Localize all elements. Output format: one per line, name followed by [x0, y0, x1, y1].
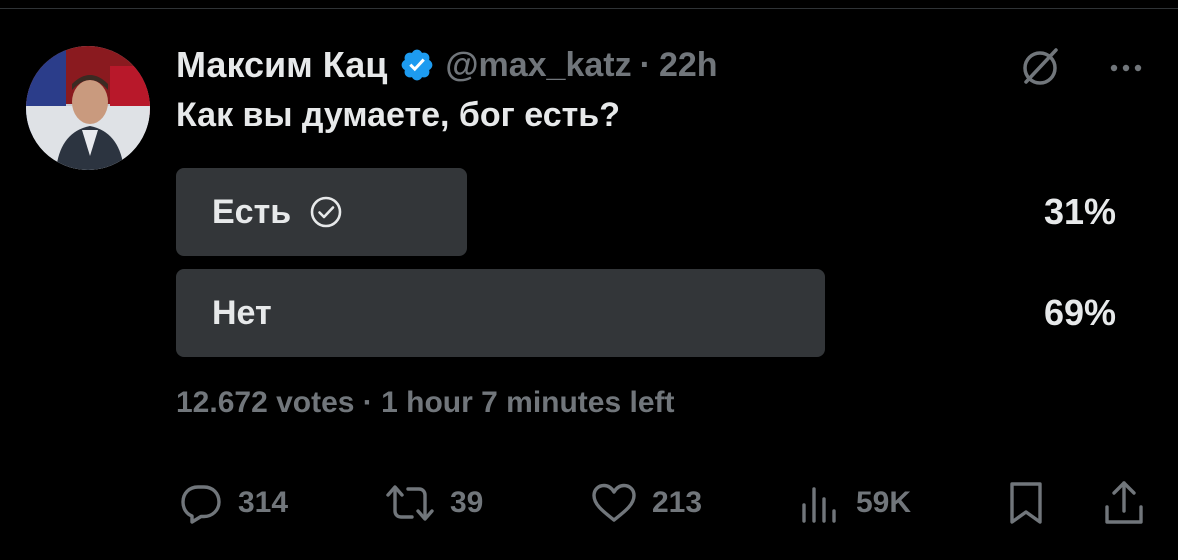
repost-icon: [384, 481, 436, 525]
poll-option-text: Есть: [212, 192, 292, 231]
grok-icon[interactable]: [1018, 44, 1062, 93]
bookmark-icon: [1004, 479, 1048, 527]
views-count: 59K: [856, 486, 912, 519]
views-button[interactable]: 59K: [798, 478, 911, 528]
heart-icon: [590, 481, 638, 525]
timestamp[interactable]: 22h: [659, 46, 718, 85]
check-circle-icon: [309, 195, 343, 229]
share-button[interactable]: [1102, 478, 1146, 528]
poll-option-label: Есть: [212, 168, 343, 256]
header-actions: [1018, 44, 1146, 93]
poll-option-percent: 31%: [1043, 191, 1116, 232]
poll-option-text: Нет: [212, 293, 272, 332]
bookmark-button[interactable]: [1004, 478, 1048, 528]
poll-option-label: Нет: [212, 269, 272, 357]
like-button[interactable]: 213: [590, 478, 702, 528]
like-count: 213: [652, 486, 703, 519]
more-icon[interactable]: [1106, 46, 1146, 91]
poll-option: Есть 31%: [176, 168, 1116, 256]
reply-count: 314: [238, 486, 289, 519]
display-name[interactable]: Максим Кац: [176, 44, 387, 86]
reply-button[interactable]: 314: [178, 478, 288, 528]
action-bar: 314 39 213 59K: [176, 478, 1146, 528]
poll-bar: [176, 269, 825, 357]
repost-count: 39: [450, 486, 484, 519]
avatar-image: [26, 46, 150, 170]
poll-meta: 12.672 votes · 1 hour 7 minutes left: [176, 386, 675, 419]
repost-button[interactable]: 39: [384, 478, 483, 528]
share-icon: [1102, 479, 1146, 527]
tweet-text: Как вы думаете, бог есть?: [176, 96, 620, 134]
views-icon: [798, 481, 842, 525]
separator: ·: [639, 45, 651, 84]
poll-option-percent: 69%: [1043, 292, 1116, 333]
verified-badge-icon: [399, 47, 435, 83]
poll-option: Нет 69%: [176, 269, 1116, 357]
handle[interactable]: @max_katz: [445, 46, 631, 85]
reply-icon: [178, 481, 224, 525]
top-divider: [0, 8, 1178, 9]
tweet-header: Максим Кац @max_katz · 22h: [176, 42, 718, 88]
avatar[interactable]: [26, 46, 150, 170]
